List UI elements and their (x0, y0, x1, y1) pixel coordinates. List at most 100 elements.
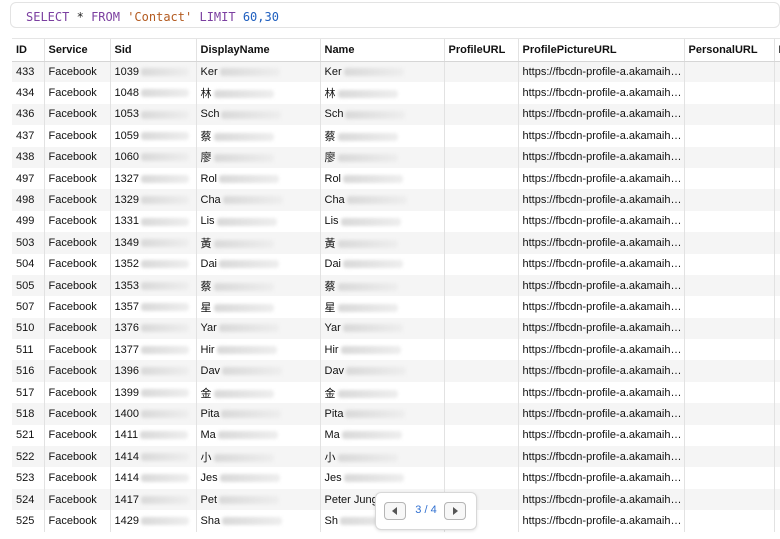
redaction-blur (213, 389, 274, 398)
cell-text: 1349 (114, 236, 139, 249)
cell-text: https://fbcdn-profile-a.akamaih… (522, 215, 682, 228)
cell-text: 1414 (114, 450, 139, 463)
redaction-blur (213, 453, 274, 462)
cell-text: 497 (16, 172, 35, 185)
redaction-blur (140, 367, 189, 376)
table-row[interactable]: 438 Facebook 1060 廖 廖 https://fbcdn-profile-a… (12, 146, 780, 168)
cell-text: 521 (16, 429, 35, 442)
table-row[interactable]: 518 Facebook 1400 Pita Pita https://fbcdn-pro… (12, 403, 780, 425)
cell-text: https://fbcdn-profile-a.akamaih… (522, 108, 682, 121)
table-row[interactable]: 516 Facebook 1396 Dav Dav https://fbcdn-profi… (12, 360, 780, 382)
table-row[interactable]: 433 Facebook 1039 Ker Ker https://fbcdn-profi… (12, 61, 780, 83)
table-cell: Facebook (44, 61, 111, 83)
cell-text: 金 (200, 387, 212, 400)
table-row[interactable]: 523 Facebook 1414 Jes Jes https://fbcdn-profi… (12, 467, 780, 489)
cell-text: 517 (16, 386, 35, 399)
table-row[interactable]: 499 Facebook 1331 Lis Lis https://fbcdn-profi… (12, 210, 780, 233)
sql-query-text[interactable]: SELECT * FROM 'Contact' LIMIT 60,30 (26, 10, 279, 24)
redaction-blur (340, 345, 401, 354)
table-cell (684, 125, 775, 147)
cell-text: Dai (200, 258, 218, 271)
table-cell: https://fbcdn-profile-a.akamaih… (518, 296, 685, 318)
table-row[interactable]: 498 Facebook 1329 Cha Cha https://fbcdn-profi… (12, 189, 780, 211)
table-cell: 436 (12, 103, 45, 126)
cell-text: Facebook (48, 343, 97, 356)
cell-text: 1376 (114, 322, 139, 335)
table-cell: Facebook (44, 296, 111, 318)
table-row[interactable]: 503 Facebook 1349 黃 黃 https://fbcdn-profile-a… (12, 232, 780, 254)
results-table-container[interactable]: ID Service Sid DisplayName Name ProfileURL Pro… (12, 38, 780, 539)
table-row[interactable]: 522 Facebook 1414 小 小 https://fbcdn-profile-a… (12, 446, 780, 468)
cell-text: Lis (200, 215, 215, 228)
cell-text: Facebook (48, 386, 97, 399)
table-cell (444, 274, 519, 297)
table-cell (684, 103, 775, 126)
table-cell: Facebook (44, 167, 111, 190)
redaction-blur (341, 431, 402, 440)
table-row[interactable]: 434 Facebook 1048 林​ 林 https://fbcdn-profile-… (12, 82, 780, 104)
redaction-blur (343, 260, 404, 269)
table-cell: 1327 (110, 167, 197, 190)
column-header[interactable]: ProfilePictureURL (518, 39, 685, 62)
table-cell (774, 253, 780, 275)
table-cell (684, 467, 775, 489)
table-row[interactable]: 511 Facebook 1377 Hir Hir https://fbcdn-profi… (12, 339, 780, 361)
table-cell: Facebook (44, 125, 111, 147)
table-cell (444, 146, 519, 168)
table-row[interactable]: 436 Facebook 1053 Sch Sch https://fbcdn-profi… (12, 103, 780, 126)
column-header[interactable]: ID (12, 39, 45, 62)
table-row[interactable]: 517 Facebook 1399 金 金 https://fbcdn-profile-a… (12, 381, 780, 404)
table-row[interactable]: 505 Facebook 1353 蔡 蔡 https://fbcdn-profile-a… (12, 274, 780, 297)
table-cell (774, 146, 780, 168)
table-cell: Jes (320, 467, 445, 489)
table-cell (774, 360, 780, 382)
table-row[interactable]: 507 Facebook 1357 星 星 https://fbcdn-profile-a… (12, 296, 780, 318)
table-cell: Lis (320, 210, 445, 233)
table-cell: 1417 (110, 488, 197, 511)
column-header[interactable]: Sid (110, 39, 197, 62)
redaction-blur (140, 410, 189, 419)
cell-text: 1396 (114, 365, 139, 378)
table-cell (774, 232, 780, 254)
table-cell: https://fbcdn-profile-a.akamaih… (518, 146, 685, 168)
cell-text: Rol (200, 172, 218, 185)
table-cell: https://fbcdn-profile-a.akamaih… (518, 446, 685, 468)
table-cell: 林 (320, 82, 445, 104)
table-cell: 1399 (110, 381, 197, 404)
cell-text: 1327 (114, 172, 139, 185)
cell-text: Sch (324, 108, 344, 121)
column-header[interactable]: ProfileURL (444, 39, 519, 62)
pagination-control: 3 / 4 (375, 492, 477, 530)
table-cell: https://fbcdn-profile-a.akamaih… (518, 189, 685, 211)
table-cell: Facebook (44, 360, 111, 382)
table-cell: 廖 (196, 146, 321, 168)
cell-text: Facebook (48, 322, 97, 335)
cell-text: Facebook (48, 129, 97, 142)
table-row[interactable]: 437 Facebook 1059 蔡 蔡 https://fbcdn-profile-a… (12, 125, 780, 147)
table-row[interactable]: 504 Facebook 1352 Dai Dai https://fbcdn-profi… (12, 253, 780, 275)
cell-text: https://fbcdn-profile-a.akamaih… (522, 300, 682, 313)
table-cell (774, 446, 780, 468)
sql-query-bar[interactable]: SELECT * FROM 'Contact' LIMIT 60,30 (10, 2, 780, 28)
table-row[interactable]: 510 Facebook 1376 Yar Yar https://fbcdn-profi… (12, 317, 780, 340)
sql-limit-range: 60,30 (242, 10, 279, 24)
cell-text: Facebook (48, 300, 97, 313)
column-header[interactable]: Service (44, 39, 111, 62)
column-header[interactable]: DisplayName (196, 39, 321, 62)
table-row[interactable]: 497 Facebook 1327 Rol Rol https://fbcdn-profi… (12, 167, 780, 190)
cell-text: Ker (324, 65, 342, 78)
next-page-button[interactable] (444, 502, 466, 520)
cell-text: 金 (324, 387, 336, 400)
table-cell: https://fbcdn-profile-a.akamaih… (518, 274, 685, 297)
table-row[interactable]: 521 Facebook 1411 Ma Ma https://fbcdn-profile… (12, 424, 780, 447)
table-cell (684, 339, 775, 361)
previous-page-button[interactable] (384, 502, 406, 520)
cell-text: 1329 (114, 194, 139, 207)
column-header[interactable]: I (774, 39, 780, 62)
cell-text: Facebook (48, 65, 97, 78)
table-cell: Pita (320, 403, 445, 425)
column-header[interactable]: Name (320, 39, 445, 62)
cell-text: Sh (324, 514, 338, 527)
column-header[interactable]: PersonalURL (684, 39, 775, 62)
cell-text: https://fbcdn-profile-a.akamaih… (522, 322, 682, 335)
